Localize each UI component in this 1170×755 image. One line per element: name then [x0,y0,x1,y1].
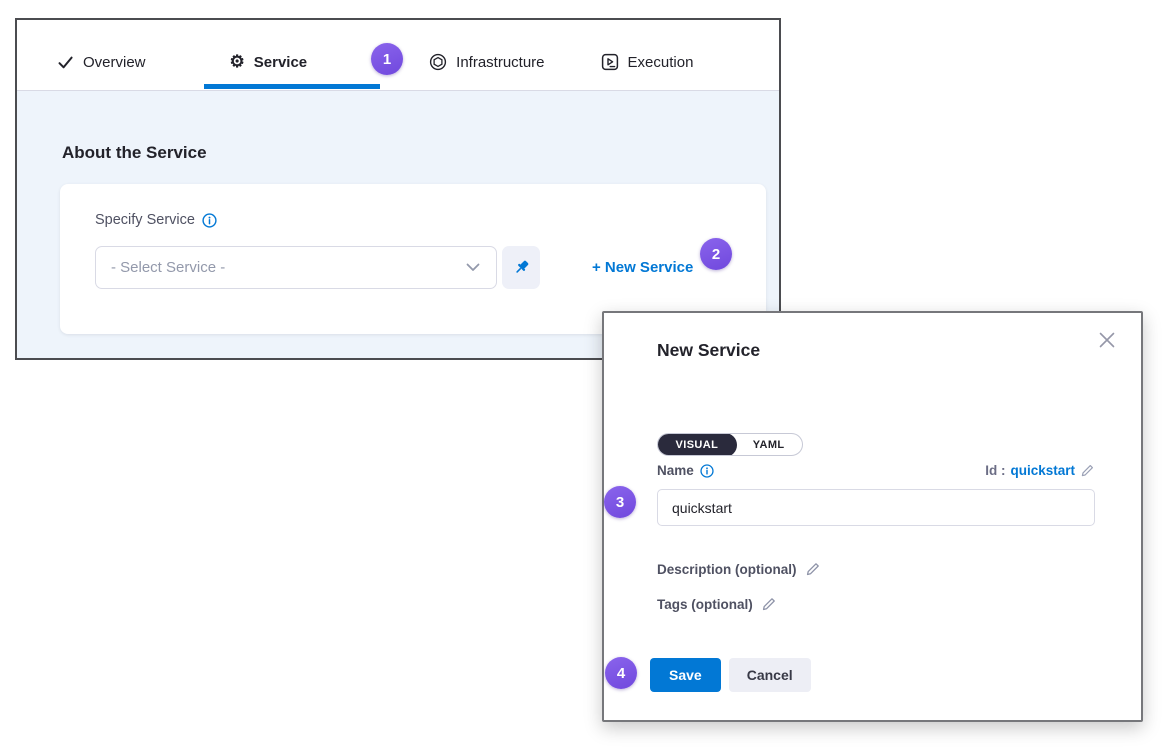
tab-service-label: Service [254,54,307,71]
execution-icon [601,53,619,71]
tags-label: Tags (optional) [657,597,753,612]
cancel-button[interactable]: Cancel [729,658,811,692]
tab-service[interactable]: ⚙ Service [230,54,308,71]
new-service-modal: New Service VISUAL YAML Name Id : quicks… [602,311,1143,722]
gear-icon: ⚙ [230,53,245,70]
description-label: Description (optional) [657,562,797,577]
info-icon[interactable] [700,464,714,478]
edit-pencil-icon [1080,463,1095,478]
close-button[interactable] [1095,328,1119,352]
service-select[interactable]: - Select Service - [95,246,497,289]
callout-step-1: 1 [371,43,403,75]
modal-footer: Save Cancel [650,658,811,692]
tab-overview[interactable]: Overview [57,54,146,71]
description-row: Description (optional) [657,561,821,577]
callout-step-3: 3 [604,486,636,518]
specify-service-label: Specify Service [95,212,195,228]
pin-button[interactable] [502,246,540,289]
callout-step-2: 2 [700,238,732,270]
tab-infrastructure-label: Infrastructure [456,54,544,71]
save-button[interactable]: Save [650,658,721,692]
specify-service-label-row: Specify Service [95,212,217,228]
info-icon[interactable] [202,213,217,228]
name-row: Name Id : quickstart [657,463,1095,478]
chevron-down-icon [466,263,480,272]
tab-overview-label: Overview [83,54,146,71]
edit-pencil-icon[interactable] [805,561,821,577]
tab-execution-label: Execution [628,54,694,71]
check-icon [57,55,74,70]
service-controls-row: - Select Service - + New Service [95,246,693,289]
id-prefix: Id : [985,463,1005,478]
pin-icon [512,258,531,277]
service-select-value: - Select Service - [111,259,225,276]
edit-pencil-icon[interactable] [761,596,777,612]
section-heading: About the Service [62,143,207,163]
close-icon [1097,330,1117,350]
page: Overview ⚙ Service Infrastructure Execut… [0,0,1170,755]
active-tab-underline [204,84,380,89]
new-service-link[interactable]: + New Service [592,259,693,276]
toggle-yaml[interactable]: YAML [736,434,802,455]
tab-execution[interactable]: Execution [601,53,694,71]
visual-yaml-toggle: VISUAL YAML [657,433,803,456]
name-label: Name [657,463,694,478]
tab-infrastructure[interactable]: Infrastructure [429,53,544,71]
callout-step-4: 4 [605,657,637,689]
infrastructure-icon [429,53,447,71]
service-id-editor[interactable]: Id : quickstart [985,463,1095,478]
toggle-visual[interactable]: VISUAL [657,433,737,456]
id-value: quickstart [1010,463,1075,478]
tags-row: Tags (optional) [657,596,777,612]
name-input[interactable] [657,489,1095,526]
modal-title: New Service [657,340,760,361]
name-label-group: Name [657,463,714,478]
